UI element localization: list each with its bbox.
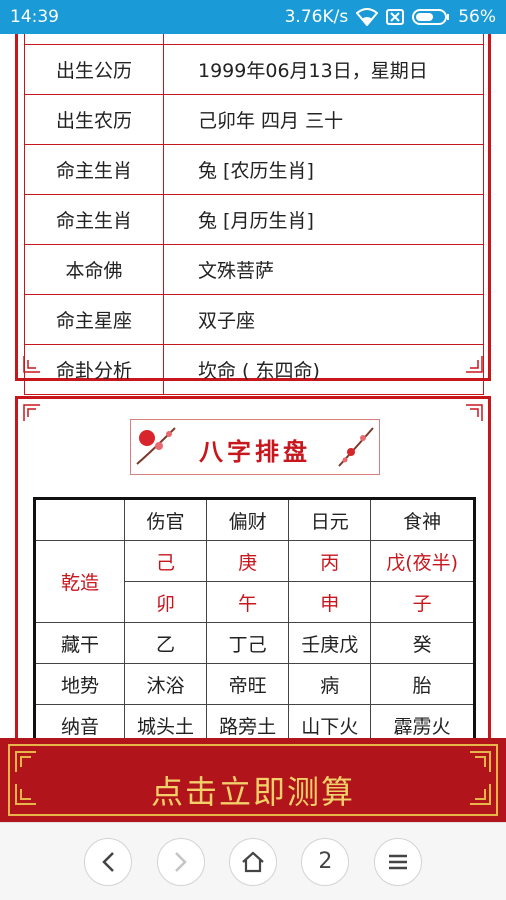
table-cell: 癸 [370, 622, 475, 664]
row-value: 1999年06月13日，星期日 [163, 44, 484, 95]
table-cell: 壬庚戊 [288, 622, 372, 664]
row-value: 双子座 [163, 294, 484, 345]
table-row: 命主生肖兔 [月历生肖] [24, 194, 484, 245]
table-row: 本命佛 文殊菩萨 [24, 244, 484, 295]
sim-error-icon [386, 9, 405, 25]
table-row: 乾造 己 庚 丙 戊(夜半) [34, 540, 475, 623]
table-cell: 胎 [370, 663, 475, 705]
tabs-button[interactable]: 2 [301, 837, 350, 886]
table-cell: 丁己 [206, 622, 290, 664]
row-value: 文殊菩萨 [163, 244, 484, 295]
table-row: 伤官 偏财 日元 食神 [34, 498, 475, 541]
corner-ornament-icon [22, 403, 42, 423]
table-cell: 沐浴 [123, 663, 208, 705]
table-cell: 病 [288, 663, 372, 705]
table-row: 命卦分析 坎命 ( 东四命) [24, 344, 484, 395]
battery-icon [412, 9, 450, 25]
row-label: 命主生肖 [24, 144, 164, 195]
branch-cell: 卯 [123, 581, 208, 623]
table-cell: 路旁土 [206, 704, 290, 738]
header-cell [34, 498, 125, 541]
branch-cell: 子 [370, 581, 475, 623]
birth-info-panel: 出生公历 1999年06月13日，星期日 出生农历 己卯年 四月 三十 命主生肖兔 … [15, 34, 491, 395]
branch-cell: 申 [288, 581, 372, 623]
table-cell: 霹雳火 [370, 704, 475, 738]
status-right: 3.76K/s 56% [285, 7, 496, 27]
row-label: 本命佛 [24, 244, 164, 295]
page-content[interactable]: 出生公历 1999年06月13日，星期日 出生农历 己卯年 四月 三十 命主生肖兔 … [0, 34, 506, 738]
back-button[interactable] [84, 837, 133, 886]
bazi-banner-title: 八字排盘 [199, 437, 311, 466]
corner-ornament-icon [22, 354, 42, 374]
corner-ornament-icon [464, 354, 484, 374]
home-button[interactable] [228, 837, 277, 886]
browser-nav-bar: 2 [0, 822, 506, 900]
home-icon [242, 851, 264, 872]
row-label: 藏干 [34, 622, 125, 664]
stem-cell: 己 [123, 540, 208, 582]
table-row: 命主生肖兔 [农历生肖] [24, 144, 484, 195]
birth-info-table: 出生公历 1999年06月13日，星期日 出生农历 己卯年 四月 三十 命主生肖兔 … [24, 34, 484, 395]
qianzao-label: 乾造 [34, 540, 125, 623]
cta-label: 点击立即测算 [150, 773, 355, 811]
chevron-left-icon [102, 851, 115, 872]
hamburger-menu-icon [388, 854, 407, 869]
calculate-now-button[interactable]: 点击立即测算 [0, 738, 506, 822]
row-label: 纳音 [34, 704, 125, 738]
table-cell: 乙 [123, 622, 208, 664]
row-label: 出生公历 [24, 44, 164, 95]
table-cell: 山下火 [288, 704, 372, 738]
header-cell: 日元 [288, 498, 372, 541]
bazi-banner: 八字排盘 [130, 419, 380, 475]
row-label: 出生农历 [24, 94, 164, 145]
row-label: 地势 [34, 663, 125, 705]
row-value: 兔 [农历生肖] [163, 144, 484, 195]
chevron-right-icon [174, 851, 187, 872]
cta-border: 点击立即测算 [8, 744, 498, 816]
header-cell: 食神 [370, 498, 475, 541]
table-cell: 城头土 [123, 704, 208, 738]
row-value: 兔 [月历生肖] [163, 194, 484, 245]
table-row: 出生公历 1999年06月13日，星期日 [24, 44, 484, 95]
network-speed: 3.76K/s [284, 7, 349, 27]
table-row: 命主星座 双子座 [24, 294, 484, 345]
table-row: 出生农历 己卯年 四月 三十 [24, 94, 484, 145]
table-row: 藏干 乙 丁己 壬庚戊 癸 [34, 622, 475, 664]
stem-cell: 丙 [288, 540, 372, 582]
header-cell: 伤官 [123, 498, 208, 541]
table-cell [163, 34, 484, 45]
table-row: 纳音 城头土 路旁土 山下火 霹雳火 [34, 704, 475, 738]
row-label: 命卦分析 [24, 344, 164, 395]
bazi-table: 伤官 偏财 日元 食神 乾造 己 庚 丙 戊(夜半) 卯 午 申 子 藏干 乙 [33, 497, 476, 738]
corner-ornament-icon [464, 403, 484, 423]
row-label: 命主星座 [24, 294, 164, 345]
battery-percent: 56% [458, 7, 496, 27]
stem-cell: 庚 [206, 540, 290, 582]
menu-button[interactable] [373, 837, 422, 886]
forward-button[interactable] [156, 837, 205, 886]
table-cell: 帝旺 [206, 663, 290, 705]
header-cell: 偏财 [206, 498, 290, 541]
wifi-icon [356, 8, 379, 26]
stem-cell: 戊(夜半) [370, 540, 475, 582]
row-label: 命主生肖 [24, 194, 164, 245]
row-value: 坎命 ( 东四命) [163, 344, 484, 395]
status-time: 14:39 [10, 7, 59, 27]
table-cell [24, 34, 164, 45]
status-bar: 14:39 3.76K/s 56% [0, 0, 506, 34]
tabs-count: 2 [318, 849, 333, 874]
bazi-panel: 八字排盘 伤官 偏财 日元 食神 乾造 己 庚 丙 戊(夜半) 卯 午 申 子 [15, 396, 491, 738]
row-value: 己卯年 四月 三十 [163, 94, 484, 145]
table-row: 地势 沐浴 帝旺 病 胎 [34, 663, 475, 705]
table-row [24, 34, 484, 45]
branch-cell: 午 [206, 581, 290, 623]
